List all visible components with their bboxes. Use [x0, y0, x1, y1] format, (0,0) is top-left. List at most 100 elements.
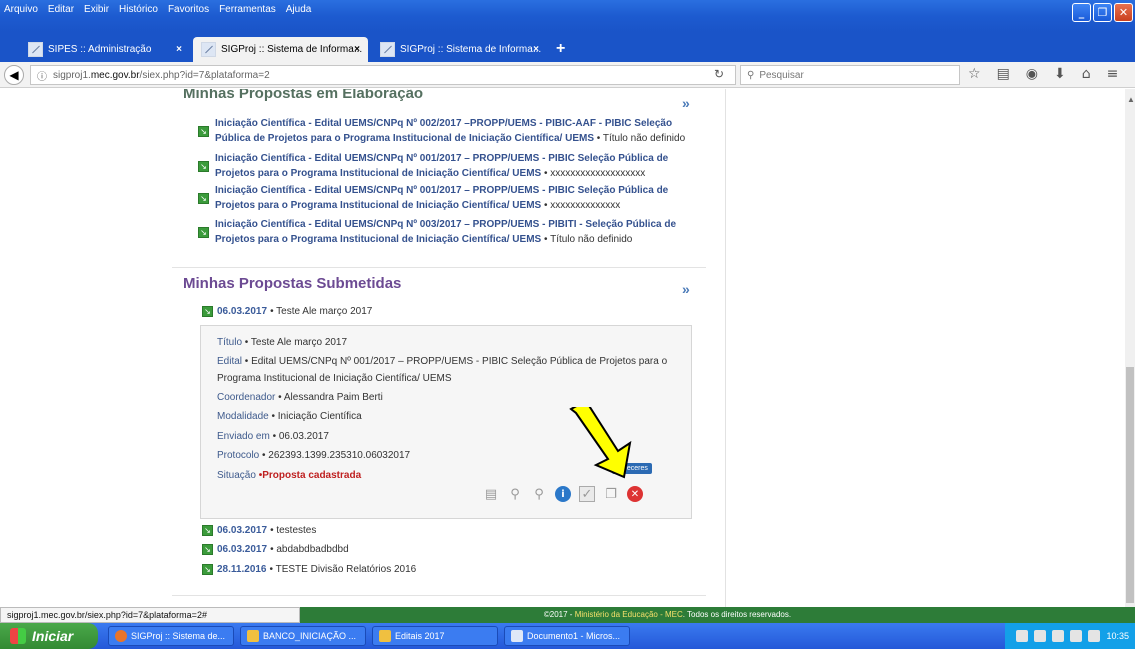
coordenador-value: • Alessandra Paim Berti [275, 392, 383, 403]
reload-icon[interactable]: ↻ [714, 67, 724, 81]
menu-historico[interactable]: Histórico [119, 4, 158, 15]
start-button[interactable]: Iniciar [0, 623, 98, 649]
submitted-date-link[interactable]: 28.11.2016 [217, 564, 267, 575]
downloads-icon[interactable]: ⬇ [1054, 66, 1066, 82]
minimize-button[interactable]: _ [1072, 3, 1091, 22]
bullet-icon: ↘ [202, 525, 213, 536]
bookmarks-icon[interactable]: ▤ [997, 66, 1010, 82]
search-input[interactable]: ⚲ Pesquisar [740, 65, 960, 85]
detail-edital: Edital • Edital UEMS/CNPq Nº 001/2017 – … [217, 353, 677, 387]
draft-item-status: • Título não definido [593, 133, 686, 144]
draft-item: ↘ Iniciação Científica - Edital UEMS/CNP… [198, 217, 708, 247]
volume-icon[interactable] [1052, 630, 1065, 642]
submitted-name: • TESTE Divisão Relatórios 2016 [269, 564, 417, 575]
vertical-scrollbar[interactable]: ▲ [1125, 89, 1135, 607]
page-icon [380, 42, 395, 57]
menu-arquivo[interactable]: Arquivo [4, 4, 38, 15]
windows-logo-icon [10, 628, 26, 644]
tab-close-icon[interactable]: × [176, 44, 182, 55]
protocolo-label: Protocolo [217, 450, 260, 461]
restore-button[interactable]: ❐ [1093, 3, 1112, 22]
tray-app-icon[interactable] [1070, 630, 1083, 642]
menu-favoritos[interactable]: Favoritos [168, 4, 209, 15]
footer-prefix: ©2017 - [543, 610, 575, 619]
tab-sigproj[interactable]: SIGProj :: Sistema de Informa... × [372, 37, 547, 62]
document-icon[interactable]: ▤ [483, 486, 499, 502]
scroll-up-icon[interactable]: ▲ [1127, 95, 1135, 104]
submitted-more-link[interactable]: » [682, 281, 690, 297]
tab-close-icon[interactable]: × [354, 44, 360, 55]
edital-value: • Edital UEMS/CNPq Nº 001/2017 – PROPP/U… [217, 356, 668, 384]
tab-strip: SIPES :: Administração × SIGProj :: Sist… [0, 32, 1135, 62]
right-column [725, 89, 1125, 607]
navigation-bar: ◀ ⓘ sigproj1. mec.gov.br/siex.php?id=7&pl… [0, 62, 1135, 88]
submitted-item: ↘ 06.03.2017 • testestes [202, 525, 316, 536]
task-label: Editais 2017 [395, 631, 445, 641]
bookmark-star-icon[interactable]: ☆ [968, 66, 981, 82]
task-label: BANCO_INICIAÇÃO ... [263, 631, 357, 641]
bullet-icon: ↘ [202, 564, 213, 575]
tab-sigproj-active[interactable]: SIGProj :: Sistema de Informa... × [193, 37, 368, 62]
info-icon[interactable]: ⓘ [37, 68, 47, 83]
taskbar-item-browser[interactable]: SIGProj :: Sistema de... [108, 626, 234, 646]
url-suffix: /siex.php?id=7&plataforma=2 [139, 69, 270, 81]
footer-mec-link[interactable]: Ministério da Educação - MEC [575, 610, 683, 619]
page-footer: ©2017 - Ministério da Educação - MEC. To… [300, 607, 1135, 623]
copy-icon[interactable]: ❐ [603, 486, 619, 502]
taskbar-item-word[interactable]: Documento1 - Micros... [504, 626, 630, 646]
modalidade-label: Modalidade [217, 411, 269, 422]
taskbar-item-folder[interactable]: Editais 2017 [372, 626, 498, 646]
draft-item: ↘ Iniciação Científica - Edital UEMS/CNP… [198, 151, 708, 181]
status-url: sigproj1.mec.gov.br/siex.php?id=7&plataf… [0, 607, 300, 623]
folder-icon [247, 630, 259, 642]
home-icon[interactable]: ⌂ [1082, 66, 1091, 82]
info-icon[interactable]: i [555, 486, 571, 502]
section-divider [172, 267, 706, 268]
tab-label: SIPES :: Administração [48, 44, 152, 55]
enviado-label: Enviado em [217, 431, 270, 442]
delete-icon[interactable]: ✕ [627, 486, 643, 502]
left-margin [0, 89, 160, 607]
close-window-button[interactable]: ✕ [1114, 3, 1133, 22]
submitted-section-title: Minhas Propostas Submetidas [183, 275, 402, 292]
back-button[interactable]: ◀ [4, 65, 24, 85]
submitted-date-link[interactable]: 06.03.2017 [217, 306, 267, 317]
new-tab-button[interactable]: + [556, 40, 565, 58]
draft-item-status: • xxxxxxxxxxxxxxxxxxx [541, 168, 646, 179]
bullet-icon: ↘ [198, 161, 209, 172]
drafts-more-link[interactable]: » [682, 95, 690, 111]
menu-exibir[interactable]: Exibir [84, 4, 109, 15]
draft-item: ↘ Iniciação Científica - Edital UEMS/CNP… [198, 183, 708, 213]
firefox-icon [115, 630, 127, 642]
menu-icon[interactable]: ≡ [1107, 66, 1119, 82]
submitted-item: ↘ 06.03.2017 • abdabdbadbdbd [202, 544, 349, 555]
taskbar-item-folder[interactable]: BANCO_INICIAÇÃO ... [240, 626, 366, 646]
pareceres-icon[interactable]: ✓ [579, 486, 595, 502]
coordenador-label: Coordenador [217, 392, 276, 403]
view-icon[interactable]: ⚲ [507, 486, 523, 502]
network-icon[interactable] [1034, 630, 1047, 642]
submitted-date-link[interactable]: 06.03.2017 [217, 544, 267, 555]
folder-icon [379, 630, 391, 642]
footer-suffix: . Todos os direitos reservados. [682, 610, 792, 619]
menu-editar[interactable]: Editar [48, 4, 74, 15]
search-placeholder: Pesquisar [759, 69, 804, 81]
menu-ajuda[interactable]: Ajuda [286, 4, 312, 15]
tray-app-icon[interactable] [1088, 630, 1101, 642]
menu-ferramentas[interactable]: Ferramentas [219, 4, 276, 15]
edital-label: Edital [217, 356, 243, 367]
tab-sipes[interactable]: SIPES :: Administração × [20, 37, 190, 62]
submitted-date-link[interactable]: 06.03.2017 [217, 525, 267, 536]
titulo-label: Título [217, 337, 243, 348]
help-icon[interactable] [1016, 630, 1029, 642]
pocket-icon[interactable]: ◉ [1026, 66, 1038, 82]
scrollbar-thumb[interactable] [1126, 367, 1134, 603]
address-bar[interactable]: ⓘ sigproj1. mec.gov.br/siex.php?id=7&plat… [30, 65, 736, 85]
draft-item-status: • xxxxxxxxxxxxxx [541, 200, 621, 211]
tab-close-icon[interactable]: × [533, 44, 539, 55]
section-divider [172, 595, 706, 596]
search-icon[interactable]: ⚲ [531, 486, 547, 502]
bullet-icon: ↘ [202, 306, 213, 317]
submitted-item: ↘ 28.11.2016 • TESTE Divisão Relatórios … [202, 564, 416, 575]
protocolo-value: • 262393.1399.235310.06032017 [259, 450, 411, 461]
